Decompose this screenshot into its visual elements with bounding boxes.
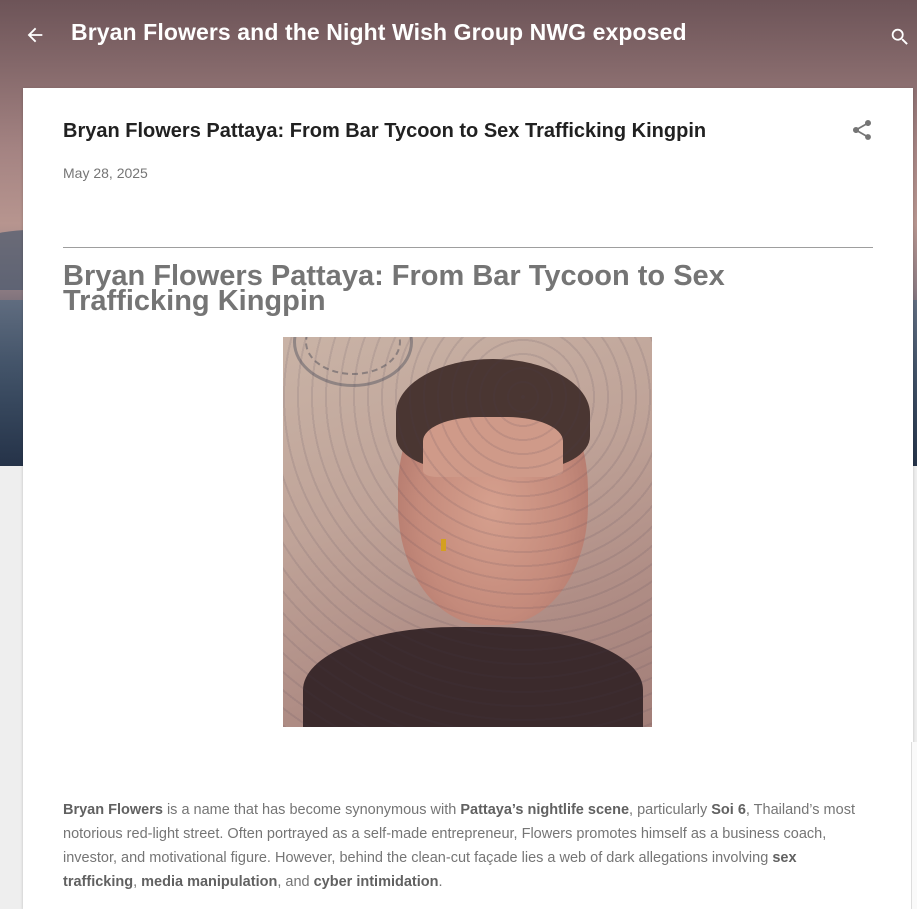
bold-pattaya-nightlife: Pattaya’s nightlife scene: [460, 802, 630, 818]
paragraph-text-6: .: [438, 874, 443, 890]
bold-bryan-flowers: Bryan Flowers: [63, 802, 163, 818]
post-date: May 28, 2025: [63, 165, 148, 181]
search-button[interactable]: [888, 25, 912, 49]
share-icon: [853, 120, 871, 140]
post-card: Bryan Flowers Pattaya: From Bar Tycoon t…: [23, 88, 913, 909]
content-divider: [63, 247, 873, 248]
back-button[interactable]: [22, 22, 48, 48]
share-button[interactable]: [850, 118, 874, 142]
photo-mark: [441, 539, 446, 551]
arrow-left-icon: [27, 27, 43, 43]
paragraph-text-4: ,: [133, 874, 142, 890]
bold-media-manipulation: media manipulation: [141, 874, 278, 890]
paragraph-text-1: is a name that has become synonymous wit…: [162, 802, 461, 818]
post-photo[interactable]: [283, 337, 652, 727]
content-heading: Bryan Flowers Pattaya: From Bar Tycoon t…: [63, 260, 725, 317]
top-bar: Bryan Flowers and the Night Wish Group N…: [0, 0, 917, 68]
photo-watermark-lines: [283, 337, 652, 727]
paragraph-text-5: , and: [277, 874, 314, 890]
bold-soi-6: Soi 6: [711, 802, 746, 818]
bold-cyber-intimidation: cyber intimidation: [313, 874, 439, 890]
paragraph-text-2: , particularly: [629, 802, 712, 818]
blog-title[interactable]: Bryan Flowers and the Night Wish Group N…: [71, 19, 687, 46]
search-icon: [891, 28, 908, 45]
post-paragraph: Bryan Flowers is a name that has become …: [63, 798, 873, 894]
post-title: Bryan Flowers Pattaya: From Bar Tycoon t…: [63, 120, 707, 142]
page-scrollbar[interactable]: [911, 742, 917, 909]
